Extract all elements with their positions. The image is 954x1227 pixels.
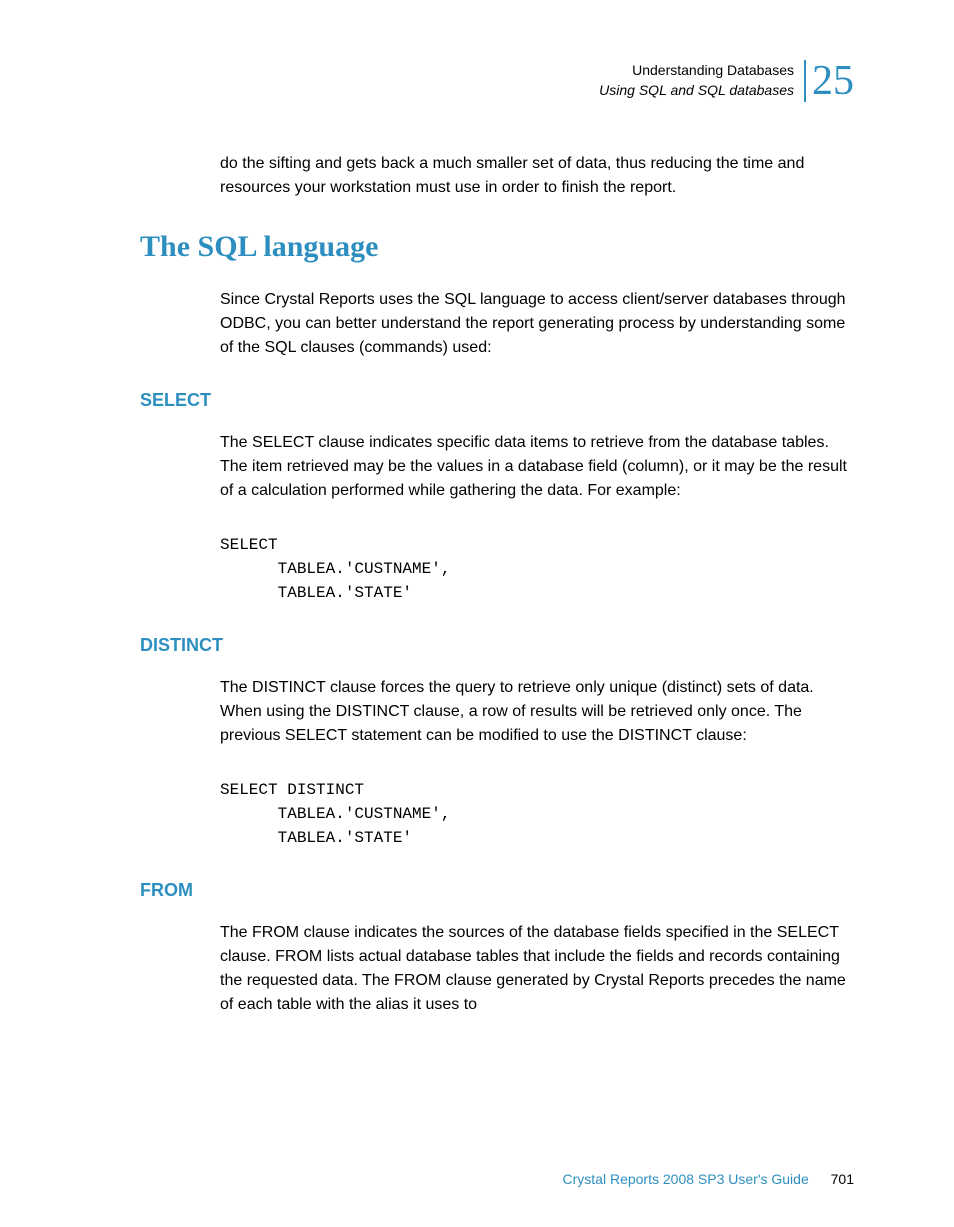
main-paragraph: Since Crystal Reports uses the SQL langu… (220, 288, 854, 360)
distinct-code-block: SELECT DISTINCT TABLEA.'CUSTNAME', TABLE… (220, 778, 854, 850)
intro-continuation-paragraph: do the sifting and gets back a much smal… (220, 152, 854, 200)
heading-sql-language: The SQL language (140, 230, 854, 264)
from-paragraph: The FROM clause indicates the sources of… (220, 921, 854, 1017)
distinct-paragraph: The DISTINCT clause forces the query to … (220, 676, 854, 748)
page-header: Understanding Databases Using SQL and SQ… (140, 60, 854, 102)
footer-page-number: 701 (831, 1171, 854, 1187)
heading-distinct: DISTINCT (140, 635, 854, 656)
select-code-block: SELECT TABLEA.'CUSTNAME', TABLEA.'STATE' (220, 533, 854, 605)
page-footer: Crystal Reports 2008 SP3 User's Guide 70… (563, 1171, 854, 1187)
heading-from: FROM (140, 880, 854, 901)
select-paragraph: The SELECT clause indicates specific dat… (220, 431, 854, 503)
heading-select: SELECT (140, 390, 854, 411)
header-section-title: Using SQL and SQL databases (599, 81, 794, 101)
header-text-block: Understanding Databases Using SQL and SQ… (599, 61, 794, 100)
chapter-number: 25 (804, 60, 854, 102)
footer-guide-name: Crystal Reports 2008 SP3 User's Guide (563, 1171, 809, 1187)
header-chapter-title: Understanding Databases (599, 61, 794, 81)
